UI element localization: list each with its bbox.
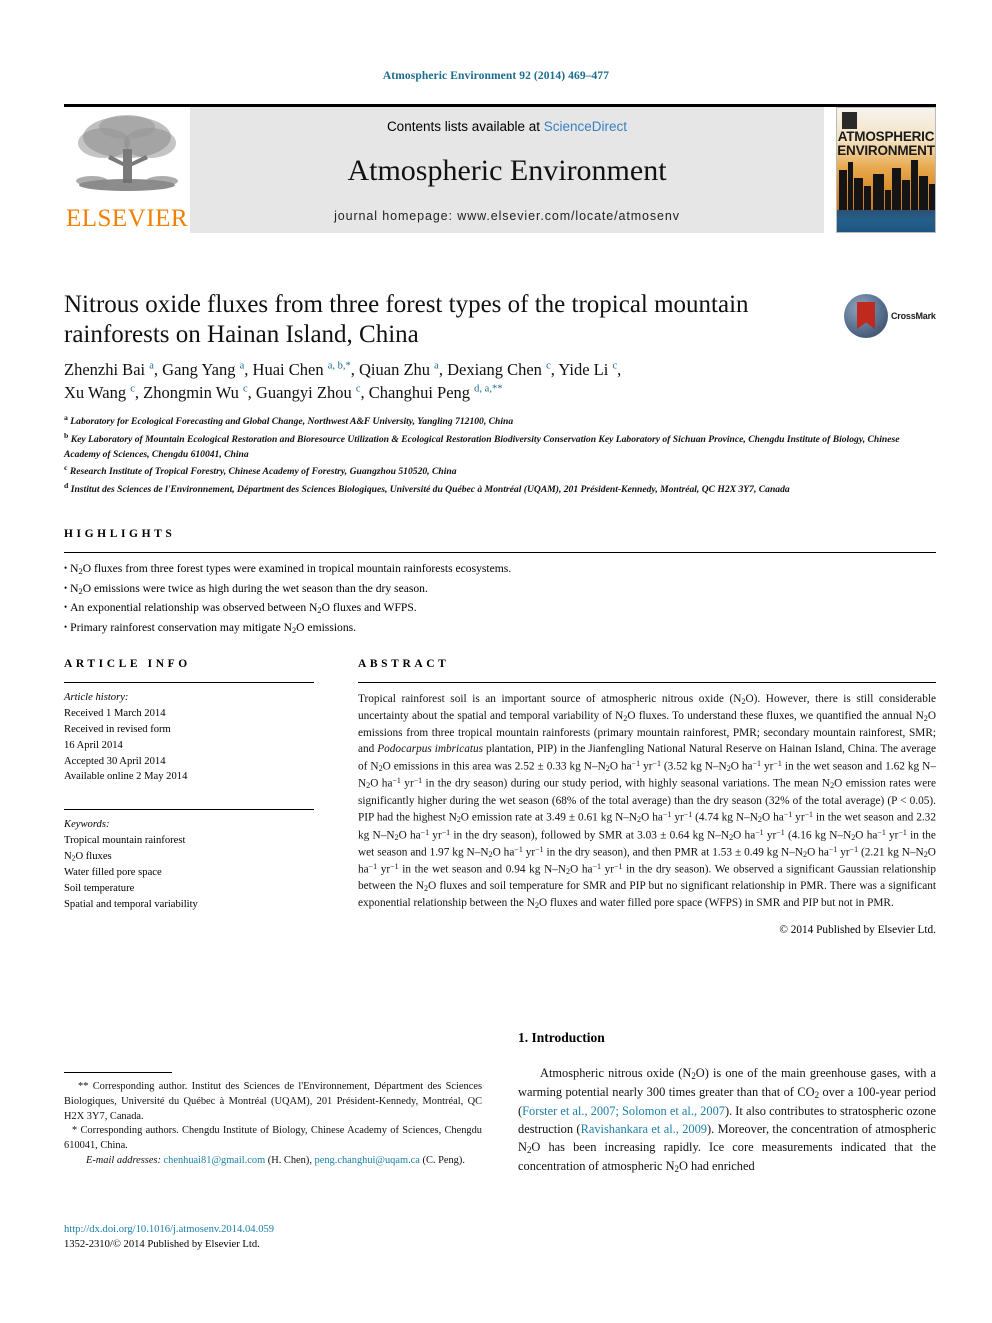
journal-masthead: ELSEVIER Contents lists available at Sci…: [64, 104, 936, 233]
list-item: Primary rainforest conservation may miti…: [64, 618, 936, 638]
keywords-label: Keywords:: [64, 819, 110, 831]
running-head: Atmospheric Environment 92 (2014) 469–47…: [382, 70, 610, 82]
article-info-column: ARTICLE INFO Article history: Received 1…: [64, 658, 314, 936]
history-item: Available online 2 May 2014: [64, 771, 188, 783]
masthead-center: Contents lists available at ScienceDirec…: [190, 107, 824, 233]
corresponding-author-note: ** Corresponding author. Institut des Sc…: [64, 1081, 482, 1166]
cover-water: [837, 210, 935, 232]
article-info-label: ARTICLE INFO: [64, 658, 191, 670]
contents-prefix: Contents lists available at: [386, 119, 544, 134]
introduction-section: 1. Introduction Atmospheric nitrous oxid…: [518, 1030, 936, 1176]
keywords-divider: [64, 809, 314, 811]
elsevier-wordmark: ELSEVIER: [65, 205, 189, 232]
article-history-label: Article history:: [64, 692, 129, 703]
author-list: Zhenzhi Bai a, Gang Yang a, Huai Chen a,…: [64, 358, 864, 405]
affiliation-list: a Laboratory for Ecological Forecasting …: [64, 412, 936, 498]
introduction-paragraph: Atmospheric nitrous oxide (N2O) is one o…: [518, 1066, 936, 1175]
abstract-divider: [358, 682, 936, 683]
affiliation-item: c Research Institute of Tropical Forestr…: [64, 463, 457, 478]
introduction-heading: 1. Introduction: [518, 1030, 605, 1045]
highlights-divider: [64, 552, 936, 553]
cover-cityscape-icon: [839, 160, 935, 210]
abstract-label: ABSTRACT: [358, 658, 450, 670]
affiliation-item: a Laboratory for Ecological Forecasting …: [64, 413, 514, 428]
author-line-1: Zhenzhi Bai a, Gang Yang a, Huai Chen a,…: [64, 360, 622, 379]
highlights-list: N2O fluxes from three forest types were …: [64, 559, 936, 637]
list-item: An exponential relationship was observed…: [64, 598, 936, 618]
keyword-item: Water filled pore space: [64, 867, 162, 879]
crossmark-badge-group[interactable]: CrossMark: [844, 294, 936, 338]
journal-cover-thumbnail: ATMOSPHERIC ENVIRONMENT: [836, 107, 936, 233]
keywords-block: Keywords: Tropical mountain rainforest N…: [64, 817, 314, 912]
keyword-item: Tropical mountain rainforest: [64, 835, 186, 847]
footnote-divider: [64, 1072, 172, 1073]
sciencedirect-link[interactable]: ScienceDirect: [544, 119, 627, 134]
elsevier-tree-icon: [76, 115, 178, 191]
author-line-2: Xu Wang c, Zhongmin Wu c, Guangyi Zhou c…: [64, 383, 503, 403]
journal-title: Atmospheric Environment: [347, 154, 667, 187]
crossmark-icon: [844, 294, 888, 338]
list-item: N2O emissions were twice as high during …: [64, 579, 936, 599]
highlights-section: HIGHLIGHTS N2O fluxes from three forest …: [64, 528, 936, 637]
cover-publisher-icon: [842, 112, 857, 129]
issn-copyright-line: 1352-2310/© 2014 Published by Elsevier L…: [64, 1239, 260, 1251]
history-item: Accepted 30 April 2014: [64, 755, 166, 767]
affiliation-item: b Key Laboratory of Mountain Ecological …: [64, 430, 900, 460]
elsevier-logo: ELSEVIER: [64, 107, 190, 233]
contents-line: Contents lists available at ScienceDirec…: [190, 107, 824, 134]
title-row: Nitrous oxide fluxes from three forest t…: [64, 290, 936, 351]
history-item: Received in revised form: [64, 723, 171, 735]
doi-link[interactable]: http://dx.doi.org/10.1016/j.atmosenv.201…: [64, 1222, 482, 1237]
article-history-block: Article history: Received 1 March 2014 R…: [64, 690, 314, 785]
journal-homepage-link[interactable]: journal homepage: www.elsevier.com/locat…: [190, 209, 824, 223]
list-item: N2O fluxes from three forest types were …: [64, 559, 936, 579]
cover-title-line1: ATMOSPHERIC: [837, 129, 935, 144]
page-title: Nitrous oxide fluxes from three forest t…: [64, 291, 749, 349]
keyword-item: Soil temperature: [64, 882, 135, 894]
highlights-label: HIGHLIGHTS: [64, 528, 176, 540]
affiliation-item: d Institut des Sciences de l'Environneme…: [64, 480, 790, 496]
history-item: Received 1 March 2014: [64, 707, 166, 719]
paper-page: Atmospheric Environment 92 (2014) 469–47…: [0, 0, 992, 1323]
abstract-text: Tropical rainforest soil is an important…: [358, 693, 937, 910]
crossmark-label: CrossMark: [891, 311, 936, 321]
doi-block: http://dx.doi.org/10.1016/j.atmosenv.201…: [64, 1222, 482, 1253]
keyword-item: Spatial and temporal variability: [64, 898, 198, 910]
abstract-copyright: © 2014 Published by Elsevier Ltd.: [779, 923, 936, 936]
column-gap: [314, 658, 358, 936]
abstract-column: ABSTRACT Tropical rainforest soil is an …: [358, 658, 936, 936]
article-info-divider: [64, 682, 314, 683]
keyword-item: N2O fluxes: [64, 851, 112, 863]
history-item: 16 April 2014: [64, 739, 123, 751]
footnotes-block: ** Corresponding author. Institut des Sc…: [64, 1072, 482, 1169]
info-abstract-row: ARTICLE INFO Article history: Received 1…: [64, 658, 936, 936]
